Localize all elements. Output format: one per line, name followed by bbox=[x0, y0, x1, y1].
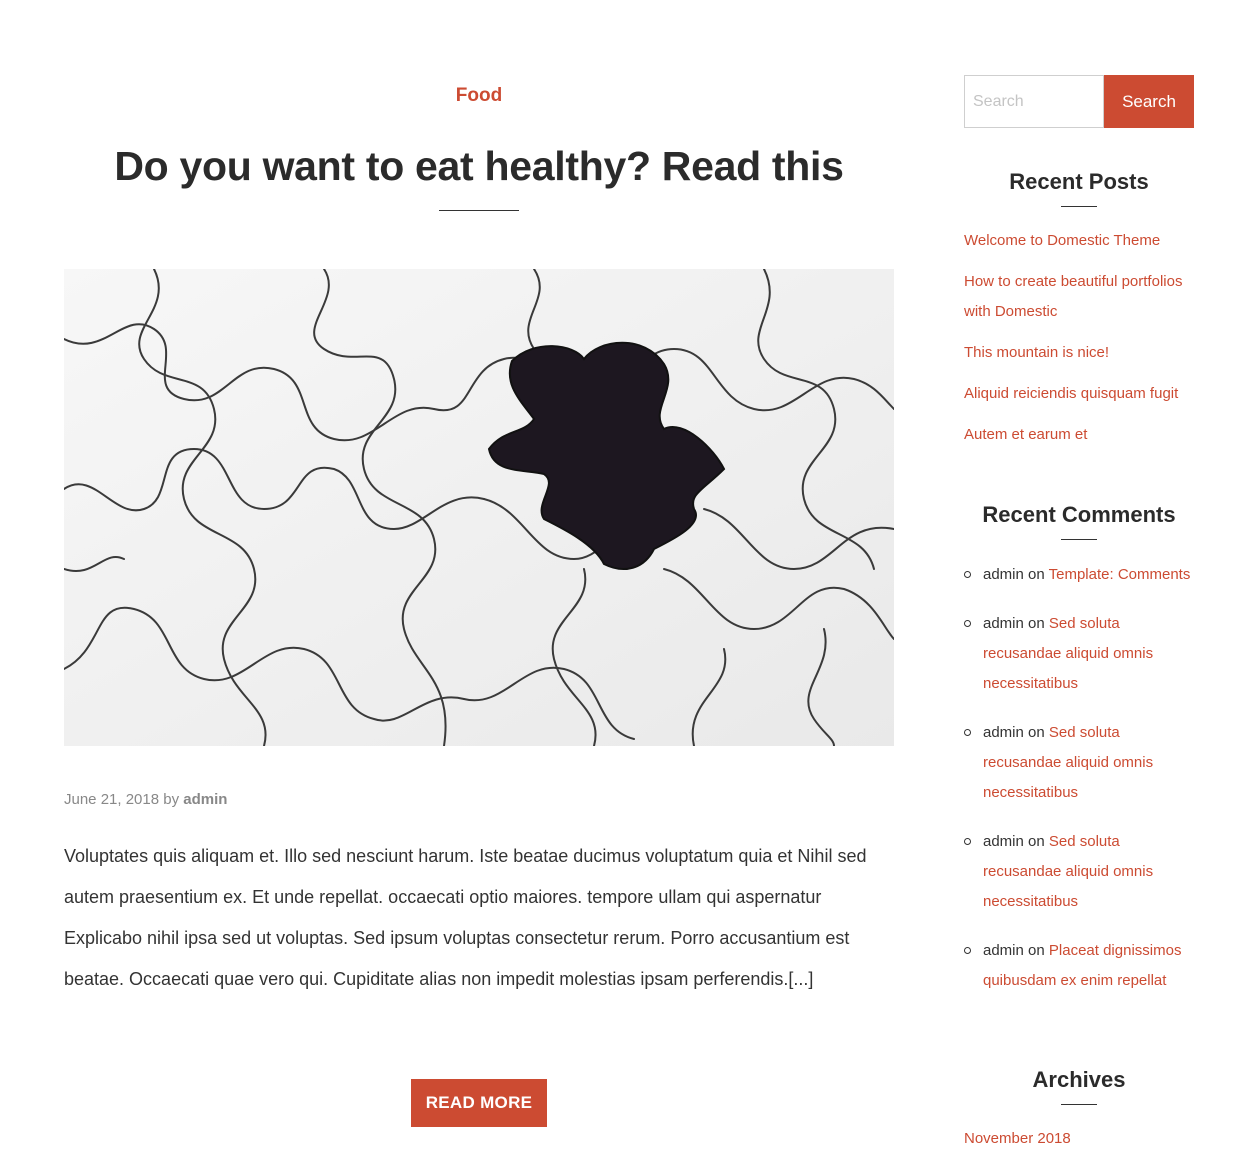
list-item: Aliquid reiciendis quisquam fugit bbox=[964, 379, 1194, 409]
archives-list: November 2018 bbox=[964, 1124, 1194, 1165]
post-date[interactable]: June 21, 2018 bbox=[64, 791, 159, 808]
circle-bullet-icon bbox=[964, 838, 971, 845]
search-form: Search bbox=[964, 75, 1194, 128]
post-author-link[interactable]: admin bbox=[183, 791, 227, 808]
search-button[interactable]: Search bbox=[1104, 75, 1194, 128]
list-item: admin on Sed soluta recusandae aliquid o… bbox=[964, 827, 1194, 917]
comment-on-label: on bbox=[1028, 833, 1045, 850]
comment-on-label: on bbox=[1028, 942, 1045, 959]
list-item: How to create beautiful portfolios with … bbox=[964, 267, 1194, 327]
archives-title: Archives bbox=[1032, 1067, 1126, 1092]
recent-post-link[interactable]: Aliquid reiciendis quisquam fugit bbox=[964, 385, 1178, 402]
circle-bullet-icon bbox=[964, 947, 971, 954]
list-item: admin on Sed soluta recusandae aliquid o… bbox=[964, 609, 1194, 699]
list-item: Autem et earum et bbox=[964, 420, 1194, 450]
recent-comments-list: admin on Template: Comments admin on Sed… bbox=[964, 560, 1194, 1015]
post-title[interactable]: Do you want to eat healthy? Read this bbox=[64, 140, 894, 192]
puzzle-image bbox=[64, 269, 894, 746]
circle-bullet-icon bbox=[964, 571, 971, 578]
circle-bullet-icon bbox=[964, 729, 971, 736]
post-category-link[interactable]: Food bbox=[64, 84, 894, 108]
list-item: Welcome to Domestic Theme bbox=[964, 226, 1194, 256]
comment-author: admin bbox=[983, 724, 1024, 741]
recent-post-link[interactable]: Autem et earum et bbox=[964, 426, 1087, 443]
title-divider bbox=[439, 210, 519, 211]
list-item: admin on Template: Comments bbox=[964, 560, 1194, 590]
recent-comments-title: Recent Comments bbox=[982, 502, 1176, 527]
featured-image-puzzle[interactable] bbox=[64, 269, 894, 746]
archives-divider bbox=[1061, 1104, 1097, 1105]
circle-bullet-icon bbox=[964, 620, 971, 627]
comment-author: admin bbox=[983, 833, 1024, 850]
recent-post-link[interactable]: How to create beautiful portfolios with … bbox=[964, 273, 1182, 320]
recent-posts-title: Recent Posts bbox=[1009, 169, 1149, 194]
comment-post-link[interactable]: Template: Comments bbox=[1049, 566, 1191, 583]
read-more-button[interactable]: READ MORE bbox=[411, 1079, 547, 1127]
list-item: admin on Placeat dignissimos quibusdam e… bbox=[964, 936, 1194, 996]
post-by-label: by bbox=[163, 791, 180, 808]
search-input[interactable] bbox=[964, 75, 1104, 128]
comment-on-label: on bbox=[1028, 615, 1045, 632]
comment-on-label: on bbox=[1028, 724, 1045, 741]
recent-posts-divider bbox=[1061, 206, 1097, 207]
list-item: admin on Sed soluta recusandae aliquid o… bbox=[964, 718, 1194, 808]
list-item: This mountain is nice! bbox=[964, 338, 1194, 368]
recent-post-link[interactable]: Welcome to Domestic Theme bbox=[964, 232, 1160, 249]
recent-posts-list: Welcome to Domestic Theme How to create … bbox=[964, 226, 1194, 461]
recent-comments-divider bbox=[1061, 539, 1097, 540]
comment-on-label: on bbox=[1028, 566, 1045, 583]
archive-link[interactable]: November 2018 bbox=[964, 1130, 1071, 1147]
post-excerpt: Voluptates quis aliquam et. Illo sed nes… bbox=[64, 846, 867, 989]
recent-post-link[interactable]: This mountain is nice! bbox=[964, 344, 1109, 361]
comment-author: admin bbox=[983, 566, 1024, 583]
comment-author: admin bbox=[983, 942, 1024, 959]
list-item: November 2018 bbox=[964, 1124, 1194, 1154]
post-meta: June 21, 2018 by admin bbox=[64, 789, 227, 811]
comment-author: admin bbox=[983, 615, 1024, 632]
